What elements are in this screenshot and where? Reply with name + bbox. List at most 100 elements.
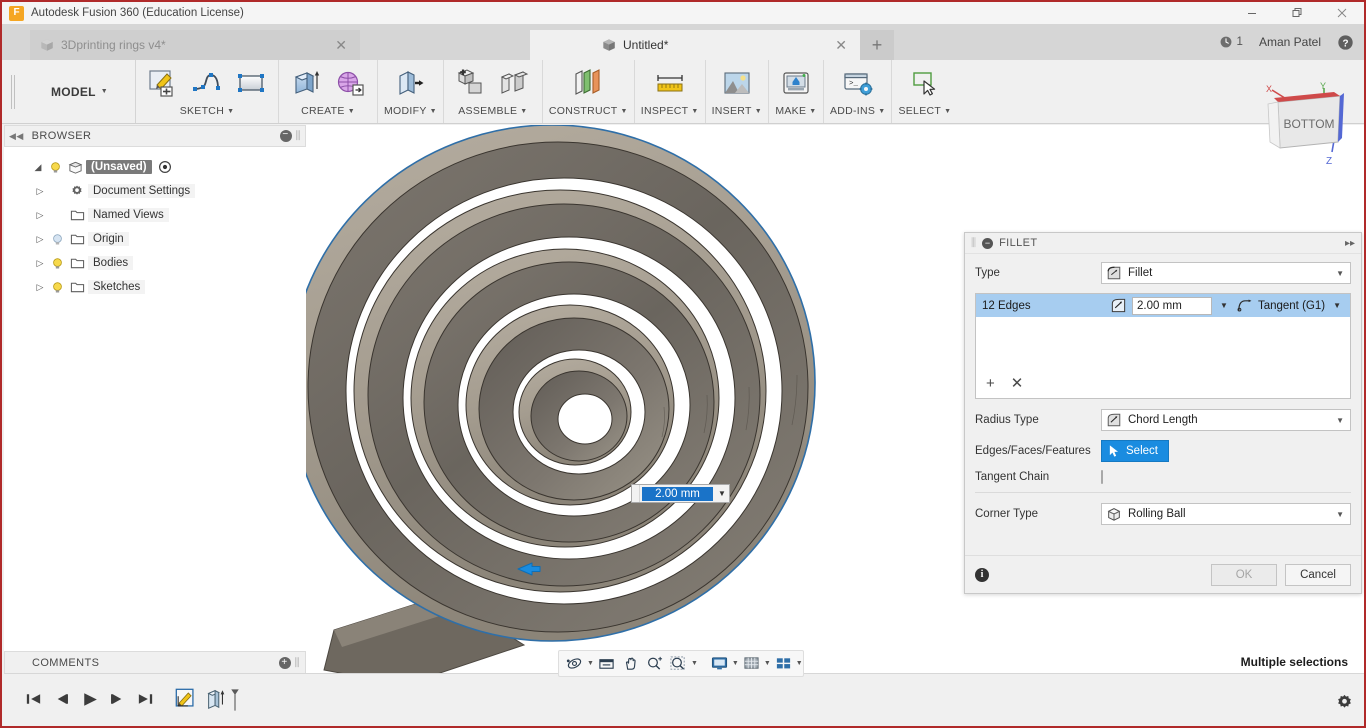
grid-snaps-icon[interactable]: [740, 652, 763, 675]
sidebar-item-document-settings[interactable]: ▷ Document Settings: [4, 179, 306, 203]
document-tab-close-icon[interactable]: ✕: [832, 38, 850, 52]
visibility-bulb-icon[interactable]: [48, 233, 66, 246]
chevron-down-icon[interactable]: ▼: [764, 660, 771, 667]
type-dropdown[interactable]: Fillet ▼: [1101, 262, 1351, 284]
panel-grip[interactable]: ⫼: [295, 657, 300, 670]
dialog-grip[interactable]: ⫼: [971, 237, 976, 250]
viewports-icon[interactable]: [772, 652, 795, 675]
edge-list-row[interactable]: 12 Edges 2.00 mm ▼ Tangent (G1) ▼: [976, 294, 1350, 317]
offset-plane-icon[interactable]: [567, 63, 609, 103]
ribbon-group-title[interactable]: INSERT ▼: [712, 103, 762, 117]
collapse-icon[interactable]: ◀◀: [9, 131, 24, 142]
visibility-bulb-icon[interactable]: [48, 281, 66, 294]
chevron-down-icon[interactable]: ▼: [587, 660, 594, 667]
corner-type-dropdown[interactable]: Rolling Ball ▼: [1101, 503, 1351, 525]
go-to-end-icon[interactable]: [132, 684, 158, 714]
zoom-icon[interactable]: [643, 652, 666, 675]
ribbon-group-title[interactable]: ADD-INS ▼: [830, 103, 886, 117]
activate-component-icon[interactable]: [158, 160, 172, 174]
remove-selection-icon[interactable]: ✕: [1011, 374, 1024, 392]
chevron-down-icon[interactable]: ▼: [715, 489, 729, 498]
look-at-icon[interactable]: [595, 652, 618, 675]
minimize-button[interactable]: [1229, 2, 1274, 24]
ribbon-group-title[interactable]: INSPECT ▼: [641, 103, 699, 117]
pan-icon[interactable]: [619, 652, 642, 675]
chevron-down-icon[interactable]: ▼: [732, 660, 739, 667]
document-tab-0[interactable]: 3Dprinting rings v4* ✕: [30, 30, 360, 60]
step-forward-icon[interactable]: [104, 684, 130, 714]
spline-icon[interactable]: [186, 63, 228, 103]
measure-icon[interactable]: [649, 63, 691, 103]
3d-print-icon[interactable]: [775, 63, 817, 103]
document-tab-close-icon[interactable]: ✕: [332, 38, 350, 52]
ribbon-group-title[interactable]: CREATE ▼: [301, 103, 355, 117]
joint-icon[interactable]: [494, 63, 536, 103]
sidebar-item-sketches[interactable]: ▷ Sketches: [4, 275, 306, 299]
chevron-down-icon[interactable]: ▼: [691, 660, 698, 667]
dialog-expand-icon[interactable]: ▸▸: [1345, 238, 1355, 249]
insert-image-icon[interactable]: [716, 63, 758, 103]
sidebar-item-bodies[interactable]: ▷ Bodies: [4, 251, 306, 275]
extrude-icon[interactable]: [285, 63, 327, 103]
chevron-down-icon[interactable]: ▼: [1330, 301, 1344, 310]
select-icon[interactable]: [904, 63, 946, 103]
fillet-dialog[interactable]: ⫼ − FILLET ▸▸ Type Fillet ▼ 12 Edges 2.0…: [964, 232, 1362, 594]
ribbon-group-title[interactable]: MAKE ▼: [775, 103, 816, 117]
restore-button[interactable]: [1274, 2, 1319, 24]
chevron-down-icon[interactable]: ▼: [1336, 416, 1346, 425]
document-tab-1[interactable]: Untitled* ✕: [530, 30, 860, 60]
new-component-icon[interactable]: [450, 63, 492, 103]
visibility-bulb-icon[interactable]: [48, 257, 66, 270]
display-settings-icon[interactable]: [708, 652, 731, 675]
create-form-icon[interactable]: [329, 63, 371, 103]
ok-button[interactable]: OK: [1211, 563, 1277, 586]
dialog-minimize-icon[interactable]: −: [982, 237, 994, 249]
ribbon-group-title[interactable]: MODIFY ▼: [384, 103, 437, 117]
go-to-beginning-icon[interactable]: [20, 684, 46, 714]
expand-arrow-icon[interactable]: ▷: [32, 234, 48, 245]
notifications-indicator[interactable]: 1: [1219, 35, 1243, 49]
canvas-radius-value[interactable]: 2.00 mm: [642, 486, 713, 501]
edge-radius-input[interactable]: 2.00 mm: [1132, 296, 1213, 315]
user-name[interactable]: Aman Patel: [1253, 35, 1327, 49]
chevron-down-icon[interactable]: ▼: [1336, 510, 1346, 519]
press-pull-icon[interactable]: [389, 63, 431, 103]
sidebar-item-named-views[interactable]: ▷ Named Views: [4, 203, 306, 227]
ribbon-group-title[interactable]: ASSEMBLE ▼: [458, 103, 527, 117]
play-icon[interactable]: [76, 684, 102, 714]
scripts-addins-icon[interactable]: >_: [837, 63, 879, 103]
edge-continuity-value[interactable]: Tangent (G1): [1258, 300, 1325, 312]
settings-gear-icon[interactable]: [1335, 693, 1354, 712]
select-button[interactable]: Select: [1101, 440, 1169, 462]
add-comment-icon[interactable]: +: [278, 657, 291, 669]
view-cube[interactable]: X Y Z BOTTOM: [1254, 80, 1358, 172]
help-icon[interactable]: ?: [1337, 34, 1354, 51]
expand-arrow-icon[interactable]: ▷: [32, 186, 48, 197]
ribbon-group-title[interactable]: SKETCH ▼: [180, 103, 235, 117]
timeline-feature-extrude[interactable]: [202, 683, 230, 715]
new-tab-button[interactable]: +: [860, 30, 894, 60]
create-sketch-icon[interactable]: [142, 63, 184, 103]
minimize-icon[interactable]: −: [279, 130, 292, 142]
timeline-end-marker[interactable]: [230, 681, 240, 717]
add-selection-icon[interactable]: +: [986, 375, 995, 392]
close-button[interactable]: [1319, 2, 1364, 24]
ribbon-grip[interactable]: [2, 60, 24, 123]
tree-node-root[interactable]: ◢ (Unsaved): [4, 155, 306, 179]
ribbon-group-title[interactable]: SELECT ▼: [898, 103, 951, 117]
zoom-window-icon[interactable]: [667, 652, 690, 675]
chevron-down-icon[interactable]: ▼: [1217, 301, 1231, 310]
info-icon[interactable]: i: [975, 567, 989, 582]
orbit-icon[interactable]: [563, 652, 586, 675]
canvas-radius-input[interactable]: 2.00 mm ▼: [631, 484, 730, 503]
rectangle-icon[interactable]: [230, 63, 272, 103]
timeline-feature-sketch[interactable]: [172, 683, 200, 715]
radius-type-dropdown[interactable]: Chord Length ▼: [1101, 409, 1351, 431]
sidebar-item-origin[interactable]: ▷ Origin: [4, 227, 306, 251]
dialog-header[interactable]: ⫼ − FILLET ▸▸: [965, 233, 1361, 254]
panel-grip[interactable]: ⫼: [296, 130, 301, 143]
workspace-selector[interactable]: MODEL ▼: [24, 60, 136, 123]
expand-arrow-icon[interactable]: ◢: [30, 162, 46, 173]
expand-arrow-icon[interactable]: ▷: [32, 282, 48, 293]
tangent-chain-checkbox[interactable]: [1101, 470, 1103, 484]
